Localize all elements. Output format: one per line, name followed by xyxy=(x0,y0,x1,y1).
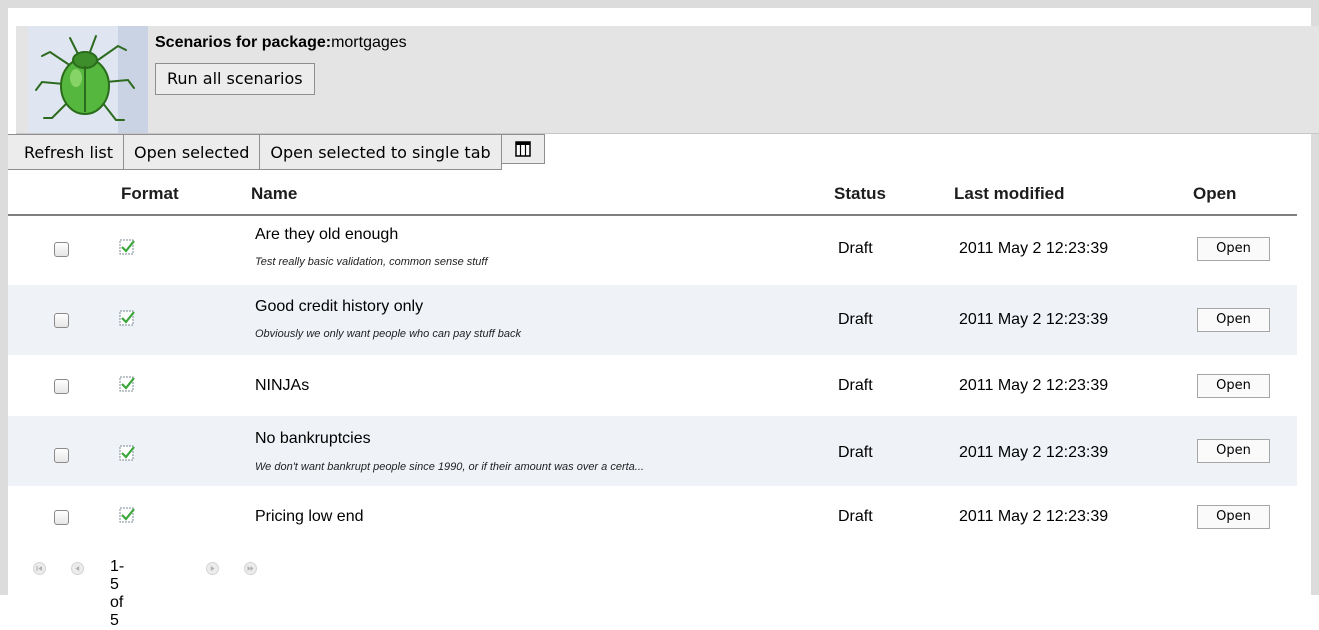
open-selected-button[interactable]: Open selected xyxy=(124,134,261,170)
previous-page-icon[interactable] xyxy=(71,562,84,575)
table-row: Are they old enough Test really basic va… xyxy=(8,214,1297,284)
scenario-format-icon xyxy=(119,239,135,255)
run-all-scenarios-button[interactable]: Run all scenarios xyxy=(155,63,315,95)
scenario-name: NINJAs xyxy=(255,377,310,394)
scenario-status: Draft xyxy=(838,240,873,257)
scenario-description: Obviously we only want people who can pa… xyxy=(255,328,521,340)
package-name: mortgages xyxy=(331,34,407,51)
columns-icon xyxy=(514,141,531,157)
column-header-format[interactable]: Format xyxy=(121,184,179,204)
column-header-last-modified[interactable]: Last modified xyxy=(954,184,1065,204)
row-select-checkbox[interactable] xyxy=(54,313,69,328)
scenario-description: We don't want bankrupt people since 1990… xyxy=(255,461,644,473)
column-header-open[interactable]: Open xyxy=(1193,184,1236,204)
row-select-checkbox[interactable] xyxy=(54,510,69,525)
open-selected-single-tab-button[interactable]: Open selected to single tab xyxy=(260,134,502,170)
scenario-description: Test really basic validation, common sen… xyxy=(255,256,488,268)
scenario-status: Draft xyxy=(838,444,873,461)
scenario-name: No bankruptcies xyxy=(255,430,371,447)
scenario-status: Draft xyxy=(838,311,873,328)
package-header: Scenarios for package:mortgages Run all … xyxy=(16,26,1319,134)
row-select-checkbox[interactable] xyxy=(54,379,69,394)
scenario-name: Good credit history only xyxy=(255,298,424,315)
scenario-format-icon xyxy=(119,310,135,326)
scenario-last-modified: 2011 May 2 12:23:39 xyxy=(959,377,1109,394)
table-row: NINJAs Draft 2011 May 2 12:23:39 Open xyxy=(8,355,1297,425)
scenario-last-modified: 2011 May 2 12:23:39 xyxy=(959,240,1109,257)
scenario-status: Draft xyxy=(838,377,873,394)
bug-logo-icon xyxy=(28,26,148,133)
scenario-last-modified: 2011 May 2 12:23:39 xyxy=(959,444,1109,461)
scenario-format-icon xyxy=(119,507,135,523)
header-title: Scenarios for package:mortgages xyxy=(155,34,407,52)
open-scenario-button[interactable]: Open xyxy=(1197,374,1270,398)
scenarios-panel: Scenarios for package:mortgages Run all … xyxy=(0,0,1319,629)
table-row: Pricing low end Draft 2011 May 2 12:23:3… xyxy=(8,486,1297,548)
next-page-icon[interactable] xyxy=(206,562,219,575)
column-header-name[interactable]: Name xyxy=(251,184,297,204)
scenario-name: Pricing low end xyxy=(255,508,364,525)
list-toolbar: Refresh list Open selected Open selected… xyxy=(8,134,545,172)
open-scenario-button[interactable]: Open xyxy=(1197,237,1270,261)
scenario-format-icon xyxy=(119,445,135,461)
column-picker-button[interactable] xyxy=(501,134,545,164)
refresh-list-button[interactable]: Refresh list xyxy=(8,134,125,170)
scenario-name: Are they old enough xyxy=(255,226,399,243)
row-select-checkbox[interactable] xyxy=(54,448,69,463)
table-row: Good credit history only Obviously we on… xyxy=(8,285,1297,355)
table-row: No bankruptcies We don't want bankrupt p… xyxy=(8,416,1297,486)
table-header: Format Name Status Last modified Open xyxy=(8,172,1297,216)
page-range-text: 1-5 of 5 xyxy=(110,558,125,629)
row-select-checkbox[interactable] xyxy=(54,242,69,257)
last-page-icon[interactable] xyxy=(244,562,257,575)
scenario-status: Draft xyxy=(838,508,873,525)
column-header-status[interactable]: Status xyxy=(834,184,886,204)
header-title-label: Scenarios for package: xyxy=(155,34,332,51)
open-scenario-button[interactable]: Open xyxy=(1197,505,1270,529)
scenario-last-modified: 2011 May 2 12:23:39 xyxy=(959,508,1109,525)
open-scenario-button[interactable]: Open xyxy=(1197,308,1270,332)
scenario-format-icon xyxy=(119,376,135,392)
first-page-icon[interactable] xyxy=(33,562,46,575)
open-scenario-button[interactable]: Open xyxy=(1197,439,1270,463)
scenario-last-modified: 2011 May 2 12:23:39 xyxy=(959,311,1109,328)
